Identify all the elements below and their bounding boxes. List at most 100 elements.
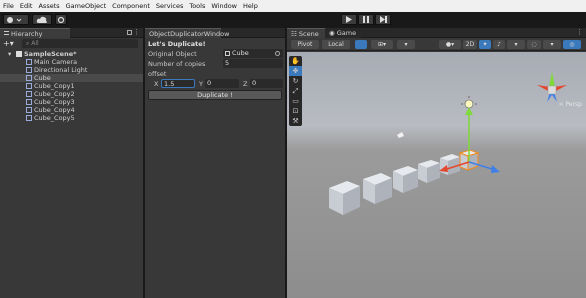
offset-x-input[interactable]: 1.5 <box>161 79 195 88</box>
account-button[interactable] <box>3 14 29 25</box>
2d-label: 2D <box>465 41 475 48</box>
scale-tool-icon[interactable]: ⤢ <box>289 86 302 96</box>
camera-icon[interactable] <box>397 132 404 138</box>
menu-help[interactable]: Help <box>243 2 258 10</box>
gameobject-icon <box>26 115 32 121</box>
play-button[interactable] <box>341 14 357 25</box>
hierarchy-item-main-camera[interactable]: Main Camera <box>0 58 143 66</box>
hierarchy-item-directional-light[interactable]: Directional Light <box>0 66 143 74</box>
main-toolbar <box>0 12 586 28</box>
custom-tool-icon[interactable]: ⚒ <box>289 116 302 126</box>
original-object-field[interactable]: Cube <box>223 49 283 58</box>
tab-hierarchy[interactable]: Hierarchy <box>0 28 70 38</box>
menu-window[interactable]: Window <box>211 2 237 10</box>
cube-4[interactable] <box>418 160 440 183</box>
camera-settings-button[interactable]: ▾ <box>543 40 561 49</box>
menu-gameobject[interactable]: GameObject <box>66 2 107 10</box>
orientation-gizmo[interactable] <box>537 72 567 102</box>
hierarchy-item-cube-copy1[interactable]: Cube_Copy1 <box>0 82 143 90</box>
hierarchy-item-label: Cube_Copy4 <box>34 106 75 114</box>
audio-toggle[interactable]: ♪ <box>493 40 505 49</box>
menu-assets[interactable]: Assets <box>38 2 59 10</box>
collab-button[interactable] <box>55 14 67 25</box>
original-object-row: Original Object Cube <box>147 49 283 59</box>
local-toggle[interactable]: Local <box>322 40 350 49</box>
duplicator-title-row: Let's Duplicate! <box>147 39 283 49</box>
rotate-tool-icon[interactable]: ↻ <box>289 76 302 86</box>
hierarchy-item-cube-copy2[interactable]: Cube_Copy2 <box>0 90 143 98</box>
draw-mode-dropdown[interactable]: ●▾ <box>439 40 461 49</box>
hierarchy-item-cube-copy3[interactable]: Cube_Copy3 <box>0 98 143 106</box>
more-icon[interactable]: ⋮ <box>133 28 140 36</box>
hierarchy-item-label: Cube_Copy2 <box>34 90 75 98</box>
perspective-label[interactable]: < Persp <box>559 101 582 108</box>
duplicate-button[interactable]: Duplicate ! <box>148 90 282 100</box>
pause-button[interactable] <box>358 14 374 25</box>
menu-file[interactable]: File <box>3 2 14 10</box>
tool-palette: ✋ ✥ ↻ ⤢ ▭ ⊡ ⚒ <box>289 56 302 126</box>
scene-render <box>329 72 567 215</box>
offset-vector: X 1.5 Y 0 Z 0 <box>147 79 283 89</box>
pivot-toggle[interactable]: Pivot <box>291 40 319 49</box>
pause-icon <box>363 16 369 23</box>
snap-increment-button[interactable]: ⊞▾ <box>371 40 393 49</box>
game-tab-icon: ◉ <box>329 29 337 37</box>
gameobject-icon <box>26 75 32 81</box>
cube-5[interactable] <box>440 154 460 175</box>
cloud-icon <box>36 16 47 23</box>
snap-settings-button[interactable]: ▾ <box>397 40 415 49</box>
object-picker-icon[interactable] <box>275 51 280 56</box>
hand-tool-icon[interactable]: ✋ <box>289 56 302 66</box>
cube-2[interactable] <box>363 173 392 204</box>
copies-input[interactable]: 5 <box>223 59 283 68</box>
effects-dropdown[interactable]: ▾ <box>507 40 525 49</box>
menu-tools[interactable]: Tools <box>189 2 205 10</box>
menu-services[interactable]: Services <box>156 2 183 10</box>
menu-edit[interactable]: Edit <box>20 2 33 10</box>
grid-snap-button[interactable] <box>355 40 367 49</box>
2d-toggle[interactable]: 2D <box>463 40 477 49</box>
gameobject-icon <box>26 83 32 89</box>
unity-scene-icon <box>16 51 22 57</box>
play-controls <box>341 14 392 25</box>
light-icon[interactable] <box>461 96 477 109</box>
gizmos-button[interactable]: ◎ <box>563 40 581 49</box>
hierarchy-tabbar: Hierarchy ⋮ <box>0 28 143 38</box>
scene-viewport[interactable]: ✋ ✥ ↻ ⤢ ▭ ⊡ ⚒ < Persp <box>287 52 586 298</box>
hierarchy-panel: Hierarchy ⋮ +▾ ⌕ All ▾ SampleScene* Main… <box>0 28 143 298</box>
play-icon <box>346 16 352 23</box>
hidden-objects-toggle[interactable]: ◌ <box>527 40 541 49</box>
rect-tool-icon[interactable]: ▭ <box>289 96 302 106</box>
offset-z-input[interactable]: 0 <box>250 79 283 88</box>
gameobject-icon <box>26 99 32 105</box>
move-tool-icon[interactable]: ✥ <box>289 66 302 76</box>
add-icon[interactable]: +▾ <box>3 39 14 48</box>
account-icon <box>7 16 22 23</box>
step-button[interactable] <box>375 14 391 25</box>
lock-icon[interactable] <box>127 30 132 35</box>
tab-object-duplicator[interactable]: ObjectDuplicatorWindow <box>145 28 229 38</box>
offset-y-input[interactable]: 0 <box>205 79 239 88</box>
transform-tool-icon[interactable]: ⊡ <box>289 106 302 116</box>
hierarchy-item-cube-copy5[interactable]: Cube_Copy5 <box>0 114 143 122</box>
gameobject-icon <box>26 67 32 73</box>
scene-tab-icon: ☷ <box>291 30 299 38</box>
local-label: Local <box>328 41 344 48</box>
cube-1[interactable] <box>329 181 360 215</box>
tab-scene[interactable]: ☷ Scene <box>287 28 325 38</box>
gameobject-icon <box>26 107 32 113</box>
cube-3[interactable] <box>393 166 418 193</box>
hierarchy-search-input[interactable]: ⌕ All <box>22 39 138 48</box>
hierarchy-item-cube[interactable]: Cube <box>0 74 143 82</box>
lighting-toggle[interactable]: ✦ <box>479 40 491 49</box>
menu-component[interactable]: Component <box>112 2 150 10</box>
hierarchy-item-cube-copy4[interactable]: Cube_Copy4 <box>0 106 143 114</box>
cloud-button[interactable] <box>32 14 52 25</box>
scene-more-icon[interactable]: ⋮ <box>576 28 583 36</box>
step-icon <box>379 16 387 23</box>
hierarchy-toolbar: +▾ ⌕ All <box>0 38 143 49</box>
tab-game[interactable]: ◉ Game <box>325 28 361 38</box>
scene-toolbar: Pivot Local ⊞▾ ▾ ●▾ 2D ✦ ♪ ▾ ◌ ▾ ◎ <box>287 38 586 51</box>
copies-label: Number of copies <box>148 60 206 68</box>
scene-row[interactable]: ▾ SampleScene* <box>0 50 143 58</box>
